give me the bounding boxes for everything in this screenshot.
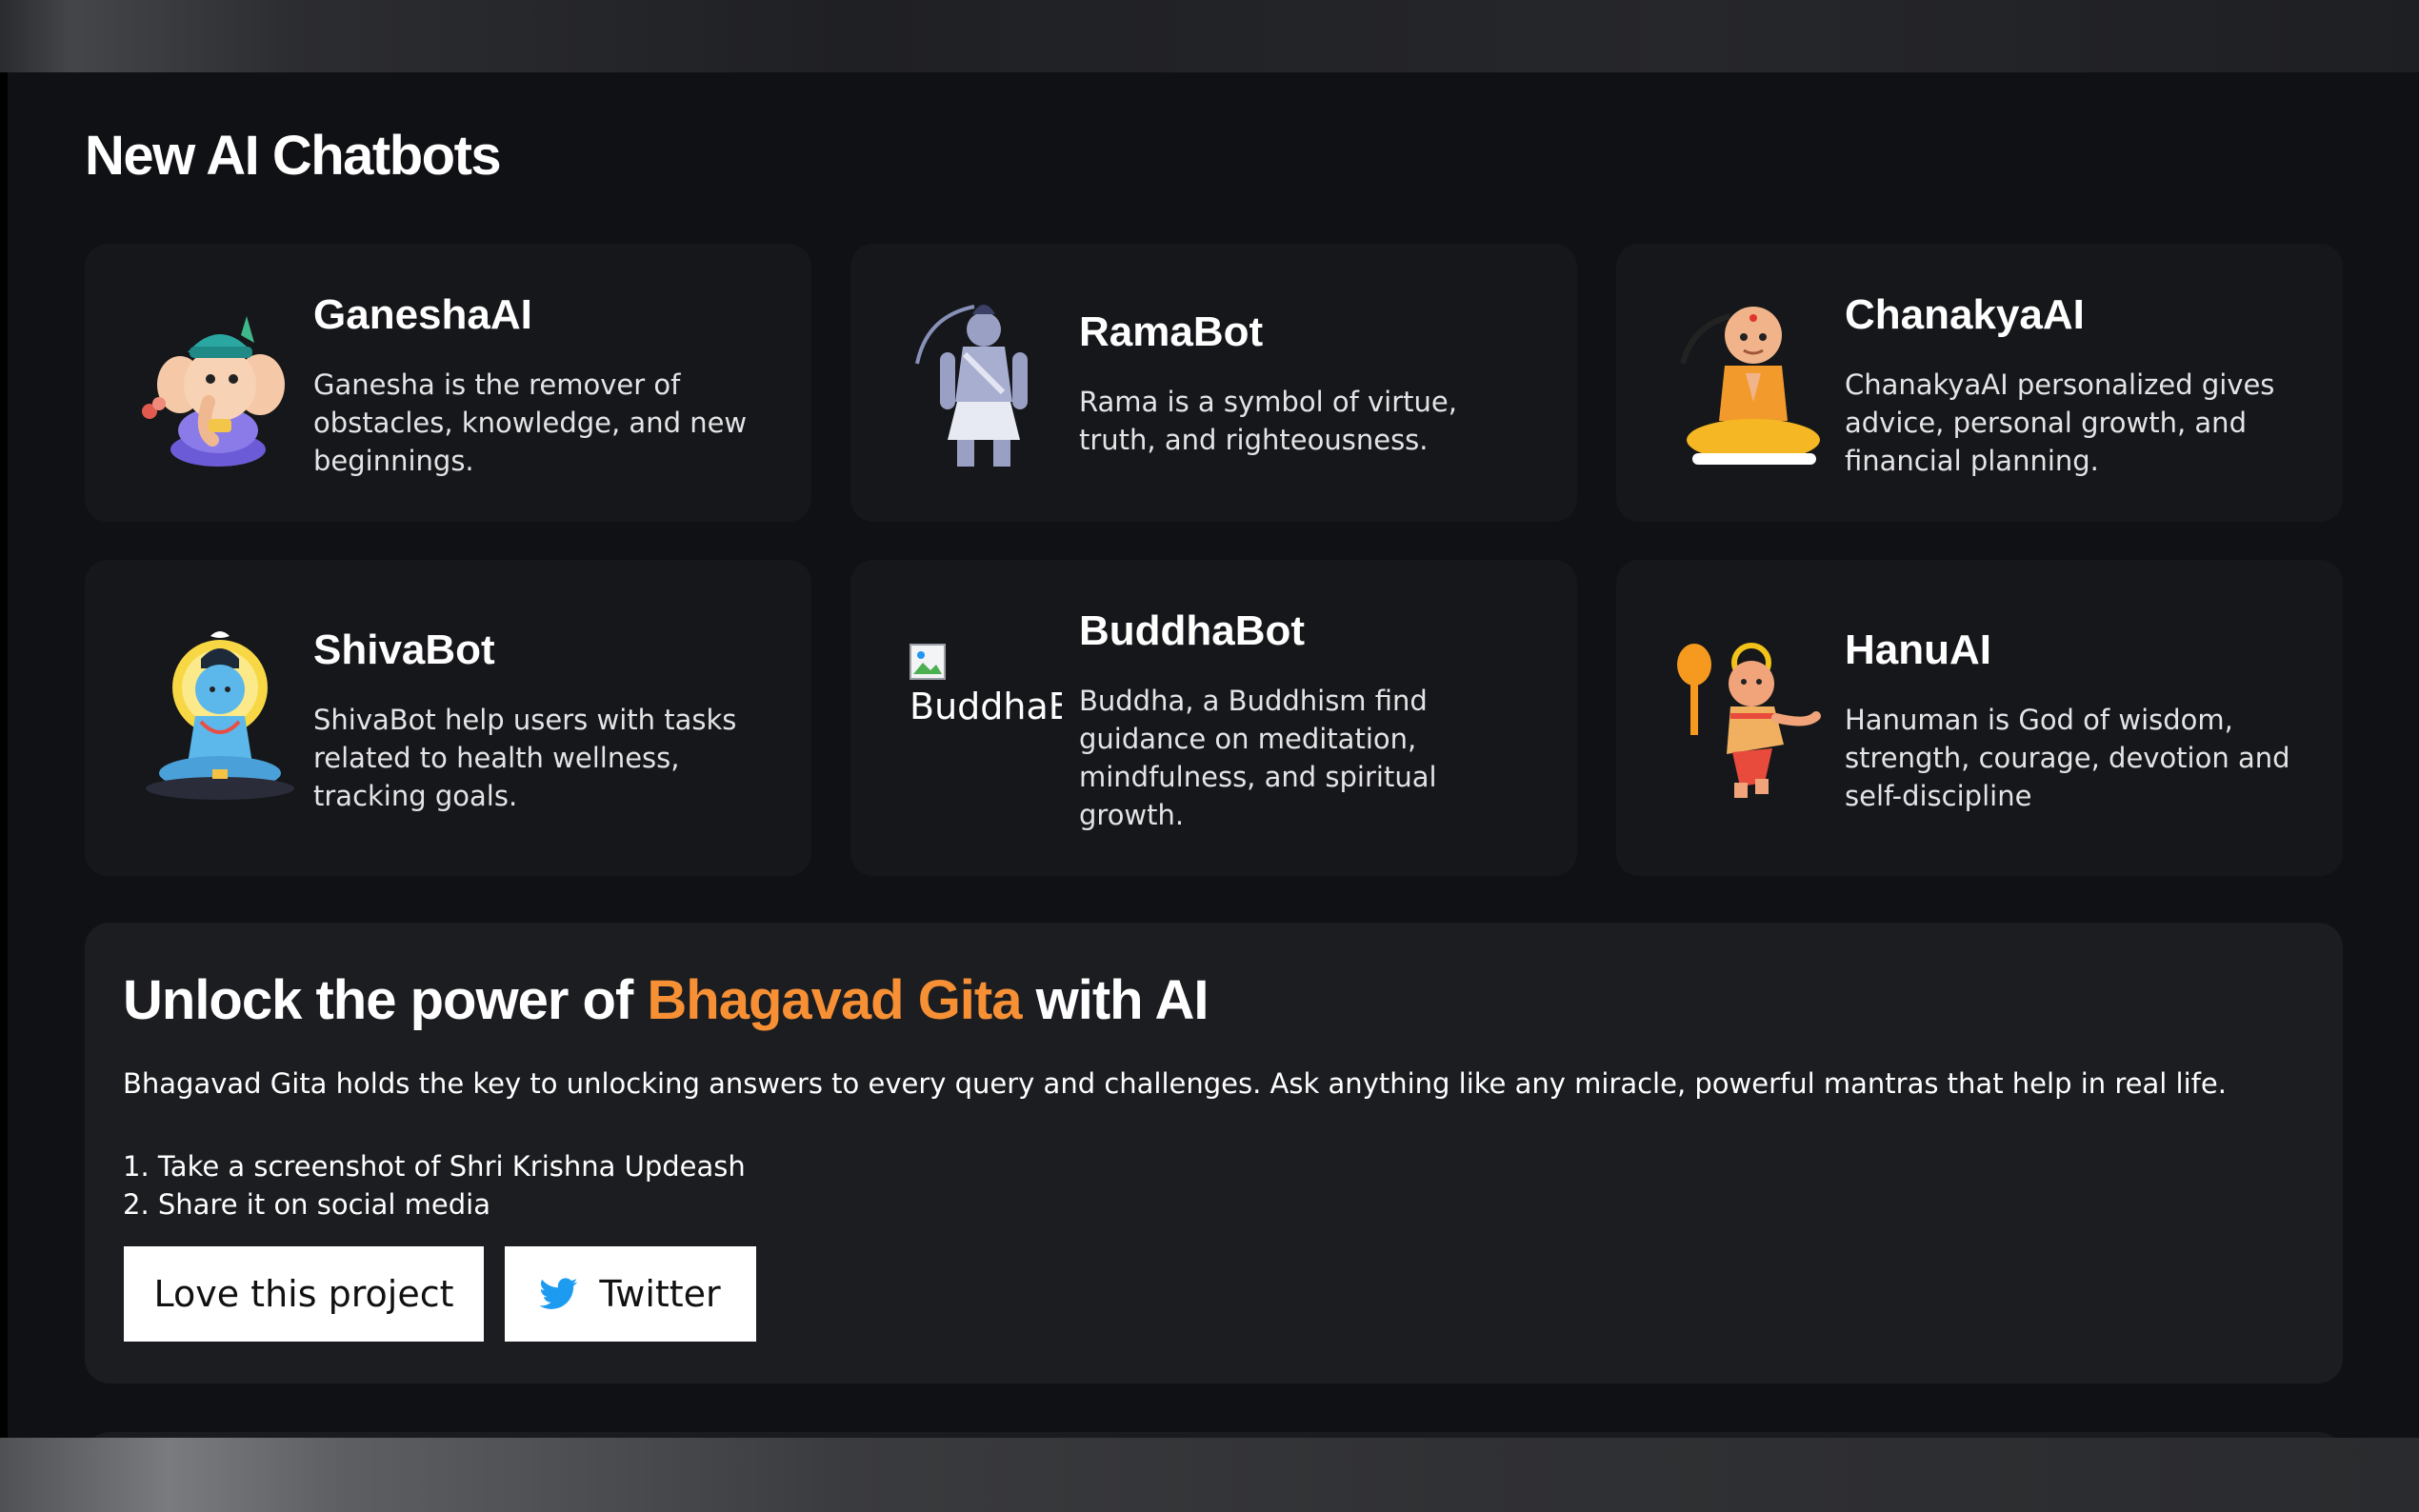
- ganesha-avatar-icon: [142, 297, 294, 468]
- shiva-avatar-icon: [142, 630, 294, 802]
- chatbot-description: ShivaBot help users with tasks related t…: [313, 704, 737, 812]
- chanakya-avatar-icon: [1673, 297, 1826, 468]
- chatbot-card-ramabot[interactable]: RamaBot Rama is a symbol of virtue, trut…: [850, 244, 1577, 522]
- chatbot-description: Hanuman is God of wisdom, strength, cour…: [1845, 704, 2290, 812]
- hanuman-avatar-icon: [1673, 630, 1826, 802]
- chatbot-description: Rama is a symbol of virtue, truth, and r…: [1079, 386, 1457, 456]
- twitter-button[interactable]: Twitter: [505, 1246, 756, 1342]
- love-project-label: Love this project: [153, 1273, 454, 1315]
- chatbot-name: ShivaBot: [313, 627, 495, 673]
- twitter-bird-icon: [540, 1278, 578, 1309]
- chatbot-description: Ganesha is the remover of obstacles, kno…: [313, 368, 748, 477]
- chatbot-card-ganeshaai[interactable]: GaneshaAI Ganesha is the remover of obst…: [85, 244, 811, 522]
- browser-bottom-bar: [0, 1438, 2419, 1512]
- broken-image-icon: BuddhaB: [910, 644, 1062, 727]
- promo-title: Unlock the power of Bhagavad Gita with A…: [123, 968, 1210, 1032]
- promo-title-suffix: with AI: [1021, 969, 1210, 1031]
- chatbot-card-chanakyaai[interactable]: ChanakyaAI ChanakyaAI personalized gives…: [1616, 244, 2343, 522]
- chatbot-description: ChanakyaAI personalized gives advice, pe…: [1845, 368, 2275, 477]
- chatbot-name: HanuAI: [1845, 627, 1991, 673]
- rama-avatar-icon: [908, 297, 1060, 468]
- promo-steps: 1. Take a screenshot of Shri Krishna Upd…: [123, 1147, 746, 1224]
- chatbot-name: ChanakyaAI: [1845, 291, 2085, 338]
- section-title: New AI Chatbots: [85, 125, 502, 187]
- promo-step-2: 2. Share it on social media: [123, 1188, 491, 1221]
- love-project-button[interactable]: Love this project: [124, 1246, 484, 1342]
- gita-promo-panel: Unlock the power of Bhagavad Gita with A…: [85, 923, 2343, 1383]
- promo-title-prefix: Unlock the power of: [123, 969, 648, 1031]
- twitter-button-label: Twitter: [599, 1273, 721, 1315]
- chatbot-card-hanuai[interactable]: HanuAI Hanuman is God of wisdom, strengt…: [1616, 560, 2343, 876]
- promo-step-1: 1. Take a screenshot of Shri Krishna Upd…: [123, 1150, 746, 1183]
- chatbot-card-shivabot[interactable]: ShivaBot ShivaBot help users with tasks …: [85, 560, 811, 876]
- left-edge: [0, 72, 8, 1438]
- chatbot-name: GaneshaAI: [313, 291, 532, 338]
- promo-title-accent: Bhagavad Gita: [647, 969, 1022, 1031]
- promo-description: Bhagavad Gita holds the key to unlocking…: [123, 1067, 2227, 1100]
- browser-top-bar: [0, 0, 2419, 72]
- chatbot-card-buddhabot[interactable]: BuddhaB BuddhaBot Buddha, a Buddhism fin…: [850, 560, 1577, 876]
- chatbot-name: RamaBot: [1079, 308, 1264, 355]
- chatbot-name: BuddhaBot: [1079, 607, 1306, 654]
- chatbot-description: Buddha, a Buddhism find guidance on medi…: [1079, 685, 1437, 831]
- main-content: New AI Chatbots GaneshaAI Ganesha is the…: [8, 72, 2419, 1438]
- broken-image-alt-text: BuddhaB: [910, 686, 1062, 727]
